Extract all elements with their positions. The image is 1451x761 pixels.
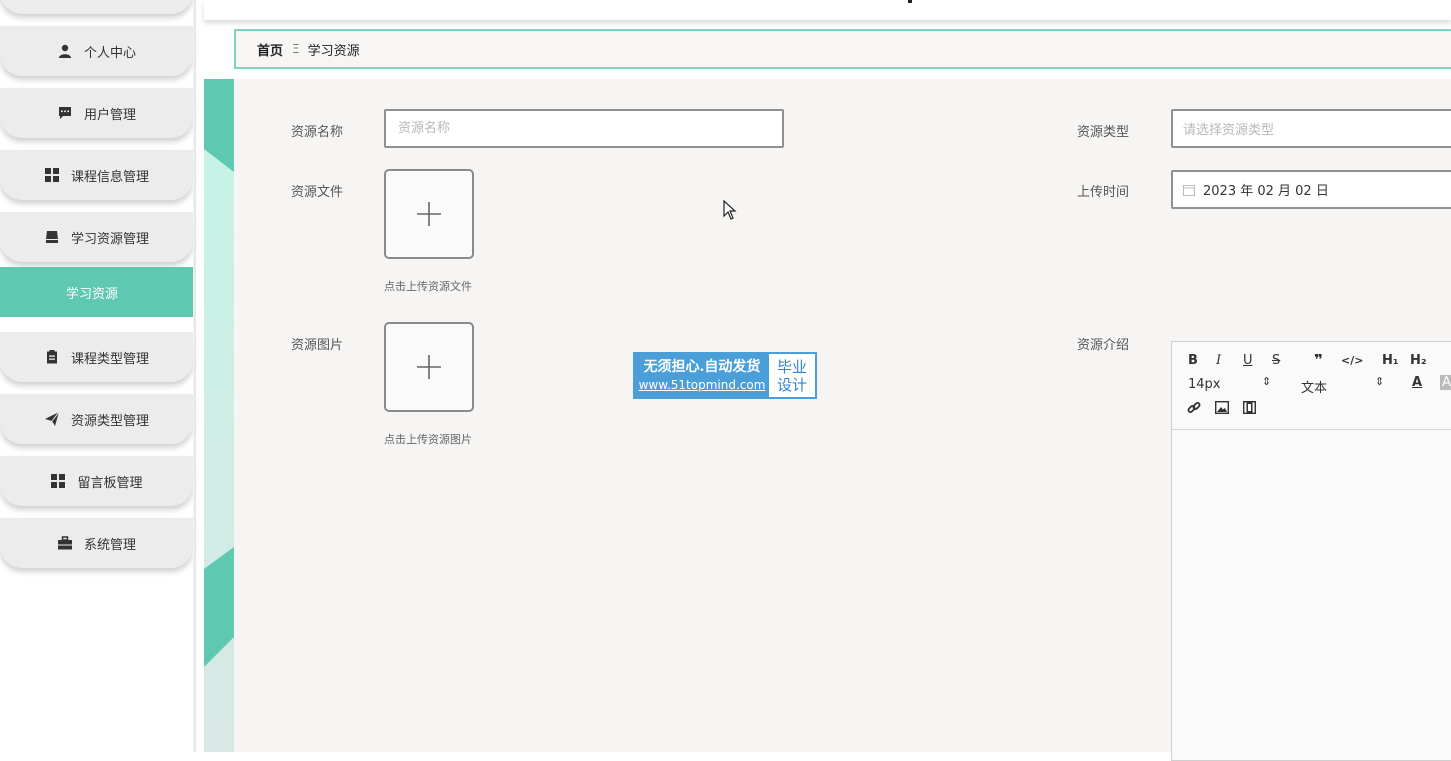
watermark-right1: 毕业 — [776, 357, 807, 376]
sidebar-item-course-types[interactable]: 课程类型管理 — [0, 332, 193, 382]
sidebar-item-learning-resources[interactable]: 学习资源 — [0, 267, 193, 317]
header-fragment — [908, 0, 912, 3]
underline-button[interactable]: U — [1243, 353, 1253, 368]
sidebar-item-users[interactable]: 用户管理 — [0, 88, 193, 138]
sidebar-item-top-partial[interactable] — [0, 0, 193, 14]
inbox-icon — [44, 229, 60, 245]
watermark-right2: 设计 — [776, 375, 807, 394]
sidebar-item-label: 用户管理 — [83, 107, 136, 123]
resource-intro-label: 资源介绍 — [1077, 338, 1130, 353]
upload-time-label: 上传时间 — [1077, 185, 1130, 200]
heading1-button[interactable]: H₁ — [1382, 353, 1399, 368]
grid-icon — [50, 473, 66, 489]
background-color-button[interactable]: A — [1440, 375, 1451, 390]
font-size-select[interactable]: 14px — [1188, 377, 1221, 392]
resource-file-upload[interactable] — [384, 169, 474, 259]
font-size-arrows-icon: ⇕ — [1262, 375, 1272, 388]
heading2-button[interactable]: H₂ — [1410, 353, 1427, 368]
link-icon[interactable] — [1187, 401, 1201, 419]
clipboard-icon — [44, 349, 60, 365]
sidebar-item-label: 课程类型管理 — [70, 351, 149, 367]
calendar-icon — [1183, 184, 1195, 196]
sidebar-item-resource-types[interactable]: 资源类型管理 — [0, 394, 193, 444]
text-type-arrows-icon: ⇕ — [1375, 375, 1385, 388]
user-icon — [57, 43, 73, 59]
resource-name-input[interactable] — [384, 109, 784, 148]
grid-icon — [44, 167, 60, 183]
form-area: 资源名称 资源类型 请选择资源类型 资源文件 点击上传资源文件 上传时间 202… — [234, 79, 1451, 761]
plus-icon — [417, 355, 441, 379]
text-type-select[interactable]: 文本 — [1301, 377, 1327, 396]
resource-file-hint: 点击上传资源文件 — [384, 280, 472, 293]
send-icon — [44, 411, 60, 427]
rich-text-editor[interactable]: B I U S ❞ </> H₁ H₂ 14px ⇕ 文本 ⇕ A A — [1171, 341, 1451, 761]
sidebar-item-profile[interactable]: 个人中心 — [0, 26, 193, 76]
editor-toolbar: B I U S ❞ </> H₁ H₂ 14px ⇕ 文本 ⇕ A A — [1172, 342, 1451, 430]
breadcrumb: 首页 Ξ 学习资源 — [234, 29, 1451, 69]
image-icon[interactable] — [1214, 400, 1230, 418]
sidebar-item-label: 学习资源管理 — [70, 231, 149, 247]
resource-type-placeholder: 请选择资源类型 — [1183, 123, 1275, 138]
quote-button[interactable]: ❞ — [1314, 351, 1323, 369]
upload-time-value: 2023 年 02 月 02 日 — [1203, 184, 1329, 199]
sidebar: 个人中心 用户管理 课程信息管理 学习资源管理 学习资源 课程类型管理 资源类型… — [0, 0, 196, 752]
watermark-logo: 无须担心.自动发货 www.51topmind.com 毕业 设计 — [633, 352, 817, 399]
watermark-line1: 无须担心.自动发货 — [643, 359, 761, 375]
sidebar-item-label: 留言板管理 — [77, 475, 143, 491]
sidebar-item-system[interactable]: 系统管理 — [0, 518, 193, 568]
sidebar-item-label: 课程信息管理 — [70, 169, 149, 185]
code-button[interactable]: </> — [1341, 354, 1363, 367]
briefcase-icon — [57, 535, 73, 551]
resource-image-label: 资源图片 — [291, 338, 344, 353]
sidebar-item-message-board[interactable]: 留言板管理 — [0, 456, 193, 506]
resource-file-label: 资源文件 — [291, 185, 344, 200]
sidebar-item-course-info[interactable]: 课程信息管理 — [0, 150, 193, 200]
message-icon — [57, 105, 73, 121]
sidebar-item-label: 系统管理 — [83, 537, 136, 553]
sidebar-item-label: 学习资源 — [66, 286, 119, 302]
breadcrumb-current: 学习资源 — [307, 43, 360, 59]
decorative-band — [204, 79, 234, 752]
breadcrumb-separator: Ξ — [292, 42, 300, 56]
breadcrumb-home[interactable]: 首页 — [257, 40, 283, 59]
sidebar-item-resource-management[interactable]: 学习资源管理 — [0, 212, 193, 262]
mouse-cursor-icon — [723, 199, 737, 224]
resource-image-upload[interactable] — [384, 322, 474, 412]
sidebar-item-label: 个人中心 — [83, 45, 136, 61]
font-color-button[interactable]: A — [1412, 375, 1422, 390]
resource-type-select[interactable]: 请选择资源类型 — [1171, 109, 1451, 148]
strikethrough-button[interactable]: S — [1272, 353, 1280, 368]
italic-button[interactable]: I — [1216, 353, 1221, 368]
bold-button[interactable]: B — [1188, 353, 1198, 368]
top-header — [204, 0, 1451, 20]
sidebar-item-label: 资源类型管理 — [70, 413, 149, 429]
plus-icon — [417, 202, 441, 226]
watermark-line2: www.51topmind.com — [638, 378, 766, 392]
video-icon[interactable] — [1242, 400, 1257, 418]
resource-image-hint: 点击上传资源图片 — [384, 433, 472, 446]
watermark-right: 毕业 设计 — [769, 354, 815, 397]
resource-name-label: 资源名称 — [291, 125, 344, 140]
watermark-left: 无须担心.自动发货 www.51topmind.com — [635, 354, 769, 397]
upload-time-input[interactable]: 2023 年 02 月 02 日 — [1171, 170, 1451, 209]
resource-type-label: 资源类型 — [1077, 125, 1130, 140]
